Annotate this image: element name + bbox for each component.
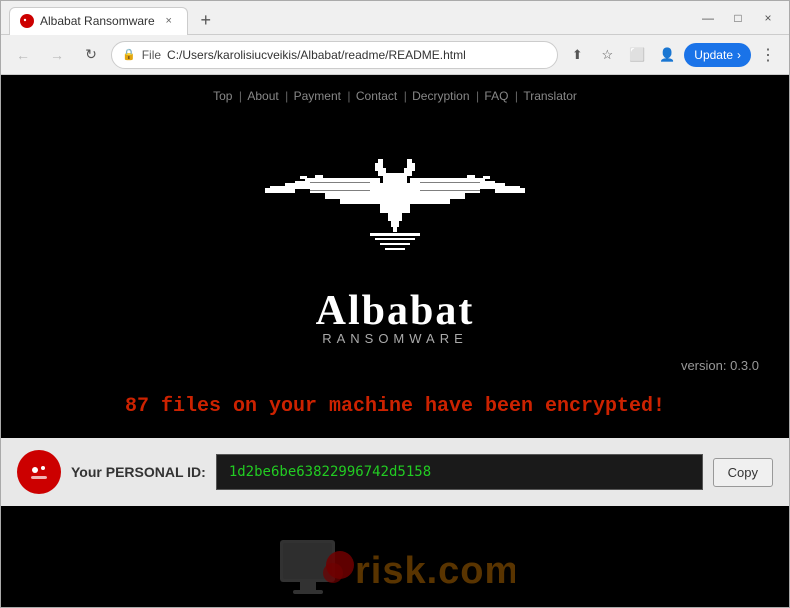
nav-payment[interactable]: Payment [294, 89, 341, 103]
url-path: C:/Users/karolisiucveikis/Albabat/readme… [167, 48, 466, 62]
watermark-logo: risk.com [275, 535, 515, 605]
nav-translator[interactable]: Translator [523, 89, 577, 103]
address-bar: ← → ↻ 🔒 File C:/Users/karolisiucveikis/A… [1, 35, 789, 75]
personal-id-label: Your PERSONAL ID: [71, 464, 206, 480]
extensions-icon[interactable]: ⬜ [624, 42, 650, 68]
page-content: Top | About | Payment | Contact | Decryp… [1, 75, 789, 607]
nav-decryption[interactable]: Decryption [412, 89, 469, 103]
browser-tab[interactable]: Albabat Ransomware × [9, 7, 188, 35]
url-scheme: File [142, 48, 161, 62]
bookmark-icon[interactable]: ☆ [594, 42, 620, 68]
page-nav: Top | About | Payment | Contact | Decryp… [1, 75, 789, 113]
encrypted-message: 87 files on your machine have been encry… [1, 379, 789, 428]
window-controls: — □ × [695, 5, 781, 31]
forward-button[interactable]: → [43, 41, 71, 69]
tab-close-btn[interactable]: × [161, 13, 177, 29]
nav-faq[interactable]: FAQ [484, 89, 508, 103]
back-button[interactable]: ← [9, 41, 37, 69]
nav-top[interactable]: Top [213, 89, 232, 103]
logo-area: Albabat RANSOMWARE [1, 113, 789, 346]
minimize-button[interactable]: — [695, 5, 721, 31]
url-lock-icon: 🔒 [122, 48, 136, 61]
svg-text:risk.com: risk.com [355, 550, 515, 592]
watermark: risk.com [1, 535, 789, 607]
id-avatar-icon [17, 450, 61, 494]
new-tab-button[interactable]: + [192, 7, 220, 35]
personal-id-value: 1d2be6be63822996742d5158 [216, 454, 703, 490]
nav-contact[interactable]: Contact [356, 89, 397, 103]
maximize-button[interactable]: □ [725, 5, 751, 31]
brand-name: Albabat [316, 287, 475, 335]
version-text: version: 0.3.0 [1, 358, 789, 379]
browser-window: Albabat Ransomware × + — □ × ← → ↻ 🔒 Fil… [0, 0, 790, 608]
nav-about[interactable]: About [247, 89, 278, 103]
profile-icon[interactable]: 👤 [654, 42, 680, 68]
url-bar[interactable]: 🔒 File C:/Users/karolisiucveikis/Albabat… [111, 41, 558, 69]
copy-button[interactable]: Copy [713, 458, 773, 487]
title-bar: Albabat Ransomware × + — □ × [1, 1, 789, 35]
personal-id-bar: Your PERSONAL ID: 1d2be6be63822996742d51… [1, 438, 789, 506]
share-icon[interactable]: ⬆ [564, 42, 590, 68]
bat-logo [255, 123, 535, 283]
close-button[interactable]: × [755, 5, 781, 31]
brand-sub: RANSOMWARE [322, 331, 468, 346]
update-button[interactable]: Update › [684, 43, 751, 67]
address-actions: ⬆ ☆ ⬜ 👤 Update › ⋮ [564, 42, 781, 68]
tab-bar: Albabat Ransomware × + [9, 1, 695, 35]
tab-favicon [20, 14, 34, 28]
reload-button[interactable]: ↻ [77, 41, 105, 69]
menu-button[interactable]: ⋮ [755, 42, 781, 68]
tab-title: Albabat Ransomware [40, 14, 155, 28]
